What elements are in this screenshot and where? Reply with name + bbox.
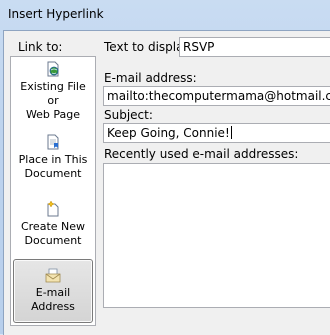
insert-hyperlink-dialog: Insert Hyperlink Link to: Existing File …	[0, 0, 330, 335]
place-label-line1: Place in This	[18, 153, 88, 167]
link-to-email-address[interactable]: E-mail Address	[13, 258, 93, 323]
subject-value: Keep Going, Connie!	[107, 126, 230, 140]
new-document-icon	[47, 200, 59, 217]
place-label-line2: Document	[24, 233, 82, 247]
text-to-display-value: RSVP	[183, 40, 215, 54]
link-to-existing-file-or-web-page[interactable]: Existing File or Web Page	[13, 59, 93, 124]
link-to-label: Link to:	[18, 40, 63, 54]
email-address-label: E-mail address:	[104, 71, 197, 85]
dialog-client-area: Link to: Existing File or Web Page Place…	[3, 30, 330, 335]
place-label-line1: E-mail Address	[31, 286, 75, 314]
envelope-icon	[45, 268, 61, 283]
place-label-line2: Document	[24, 167, 82, 181]
text-caret	[230, 126, 232, 139]
link-to-places-bar: Existing File or Web Page Place in This …	[10, 56, 96, 326]
email-address-input[interactable]: mailto:thecomputermama@hotmail.com	[103, 86, 330, 106]
email-address-value: mailto:thecomputermama@hotmail.com	[107, 89, 330, 103]
document-bookmark-icon	[47, 134, 59, 150]
subject-label: Subject:	[104, 108, 153, 122]
link-to-create-new-document[interactable]: Create New Document	[13, 192, 93, 257]
globe-file-icon	[47, 61, 59, 77]
link-to-place-in-this-document[interactable]: Place in This Document	[13, 126, 93, 191]
recent-email-addresses-label: Recently used e-mail addresses:	[104, 147, 299, 161]
recent-email-addresses-list[interactable]	[103, 163, 330, 308]
title-bar[interactable]: Insert Hyperlink	[0, 0, 330, 30]
place-label-line1: Create New	[20, 219, 86, 233]
place-label-line2: Web Page	[25, 107, 81, 121]
dialog-title: Insert Hyperlink	[8, 7, 104, 21]
place-label-line1: Existing File or	[20, 79, 86, 107]
subject-input[interactable]: Keep Going, Connie!	[103, 123, 330, 143]
text-to-display-input[interactable]: RSVP	[179, 37, 330, 57]
